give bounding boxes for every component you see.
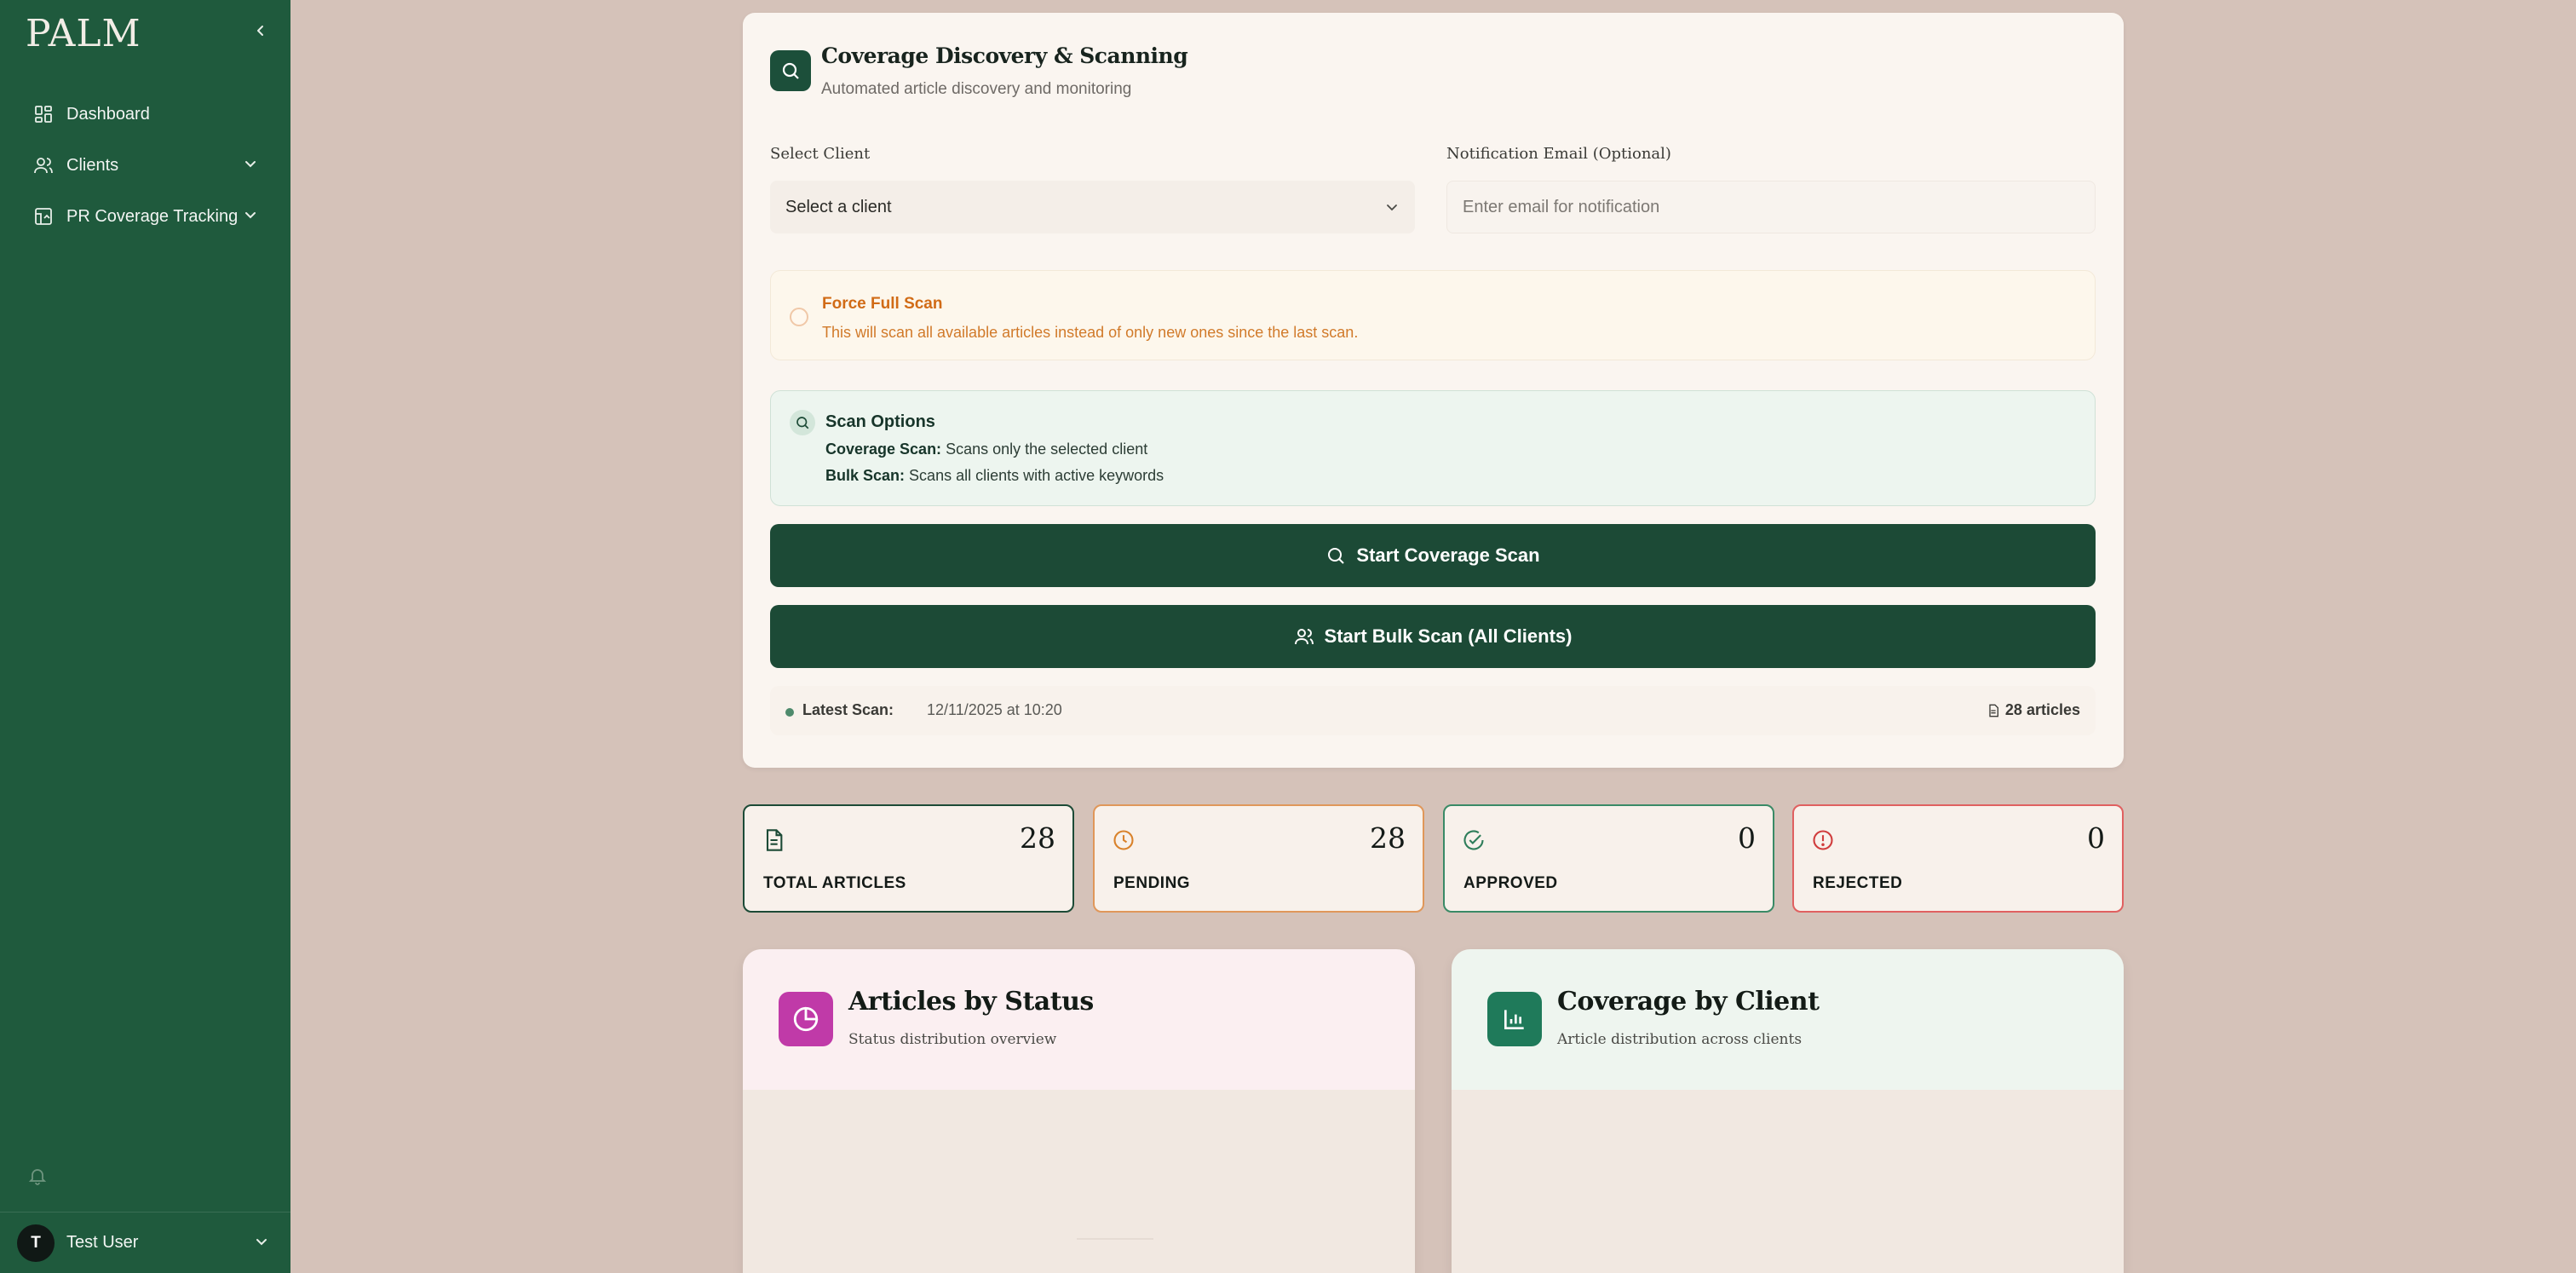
- alert-circle-icon: [1813, 830, 1833, 850]
- coverage-icon: [32, 205, 55, 228]
- stat-label: TOTAL ARTICLES: [763, 874, 906, 892]
- user-name: Test User: [66, 1233, 139, 1252]
- chevron-down-icon: [245, 212, 256, 219]
- scan-option-desc: Scans all clients with active keywords: [909, 467, 1164, 484]
- card-header: Coverage by Client Article distribution …: [1452, 949, 2124, 1090]
- start-bulk-scan-label: Start Bulk Scan (All Clients): [1324, 625, 1573, 647]
- clock-icon: [1113, 830, 1134, 850]
- chart-body: [743, 1090, 1415, 1273]
- scan-options-box: Scan Options Coverage Scan: Scans only t…: [770, 390, 2096, 506]
- latest-scan-label: Latest Scan:: [802, 701, 894, 718]
- chart-body: [1452, 1090, 2124, 1273]
- scan-option-line: Coverage Scan: Scans only the selected c…: [825, 441, 1147, 458]
- users-icon: [1294, 626, 1314, 647]
- chevron-down-icon: [1387, 204, 1397, 211]
- client-select-value: Select a client: [785, 197, 892, 216]
- articles-by-status-card: Articles by Status Status distribution o…: [743, 949, 1415, 1273]
- check-circle-icon: [1463, 830, 1484, 850]
- sidebar-item-label: Clients: [66, 155, 119, 175]
- scan-option-term: Coverage Scan:: [825, 441, 942, 458]
- scan-option-term: Bulk Scan:: [825, 467, 906, 484]
- users-icon: [32, 154, 55, 176]
- sidebar-item-label: Dashboard: [66, 104, 150, 124]
- start-coverage-scan-button[interactable]: Start Coverage Scan: [770, 524, 2096, 587]
- stat-rejected: 0 REJECTED: [1792, 804, 2124, 913]
- force-full-scan-option[interactable]: Force Full Scan This will scan all avail…: [770, 270, 2096, 360]
- card-title: Coverage Discovery & Scanning: [821, 43, 1188, 68]
- chart-card-subtitle: Article distribution across clients: [1557, 1031, 1803, 1048]
- notification-email-label: Notification Email (Optional): [1446, 145, 1671, 163]
- document-icon: [766, 829, 783, 851]
- stat-label: PENDING: [1113, 874, 1191, 892]
- document-icon: [1989, 704, 1998, 717]
- force-full-scan-description: This will scan all available articles in…: [822, 324, 1359, 341]
- sidebar: PALM Dashboard Clients PR Coverage Track…: [0, 0, 290, 1273]
- coverage-by-client-card: Coverage by Client Article distribution …: [1452, 949, 2124, 1273]
- chevron-down-icon: [245, 161, 256, 168]
- card-subtitle: Automated article discovery and monitori…: [821, 80, 1132, 98]
- stat-label: REJECTED: [1813, 874, 1903, 892]
- collapse-sidebar-button[interactable]: [249, 19, 273, 43]
- card-header: Articles by Status Status distribution o…: [743, 949, 1415, 1090]
- scan-option-desc: Scans only the selected client: [946, 441, 1148, 458]
- force-full-scan-radio[interactable]: [790, 308, 808, 326]
- scan-options-title: Scan Options: [825, 412, 935, 431]
- coverage-scan-card: Coverage Discovery & Scanning Automated …: [743, 13, 2124, 768]
- sidebar-item-dashboard[interactable]: Dashboard: [17, 89, 273, 140]
- chevron-left-icon: [257, 26, 263, 36]
- scan-option-line: Bulk Scan: Scans all clients with active…: [825, 467, 1164, 485]
- chart-card-title: Articles by Status: [848, 987, 1094, 1017]
- start-bulk-scan-button[interactable]: Start Bulk Scan (All Clients): [770, 605, 2096, 668]
- search-icon: [790, 410, 815, 435]
- latest-scan-bar: Latest Scan: 12/11/2025 at 10:20 28 arti…: [770, 686, 2096, 735]
- article-count: 28 articles: [2004, 701, 2080, 718]
- avatar: T: [17, 1224, 55, 1262]
- stat-value: 28: [1370, 821, 1406, 855]
- app-logo: PALM: [26, 12, 141, 55]
- client-select[interactable]: Select a client: [770, 181, 1415, 233]
- latest-scan-timestamp: 12/11/2025 at 10:20: [927, 701, 1062, 718]
- chevron-down-icon: [256, 1239, 267, 1246]
- sidebar-nav: Dashboard Clients PR Coverage Tracking: [17, 89, 273, 242]
- stat-value: 28: [1020, 821, 1055, 855]
- pie-chart-icon: [779, 992, 833, 1046]
- sidebar-item-clients[interactable]: Clients: [17, 140, 273, 191]
- sidebar-item-label: PR Coverage Tracking: [66, 206, 239, 226]
- stat-value: 0: [2087, 821, 2105, 855]
- user-menu[interactable]: T Test User: [0, 1212, 290, 1273]
- select-client-label: Select Client: [770, 145, 871, 163]
- notification-email-field[interactable]: [1446, 181, 2096, 233]
- status-dot: [785, 708, 794, 717]
- loading-indicator: [1077, 1238, 1153, 1240]
- chart-card-title: Coverage by Client: [1557, 987, 1820, 1017]
- stat-value: 0: [1738, 821, 1756, 855]
- force-full-scan-title: Force Full Scan: [822, 295, 943, 313]
- sidebar-item-pr-coverage[interactable]: PR Coverage Tracking: [17, 191, 273, 242]
- search-icon: [1325, 545, 1346, 566]
- stat-label: APPROVED: [1463, 874, 1558, 892]
- stat-pending: 28 PENDING: [1093, 804, 1424, 913]
- latest-scan-count: 28 articles: [1987, 701, 2080, 719]
- stat-approved: 0 APPROVED: [1443, 804, 1774, 913]
- chart-card-subtitle: Status distribution overview: [848, 1031, 1057, 1048]
- bar-chart-icon: [1487, 992, 1542, 1046]
- start-coverage-scan-label: Start Coverage Scan: [1356, 544, 1540, 566]
- stat-total-articles: 28 TOTAL ARTICLES: [743, 804, 1074, 913]
- bell-icon[interactable]: [27, 1166, 49, 1188]
- dashboard-icon: [32, 103, 55, 125]
- search-icon: [770, 50, 811, 91]
